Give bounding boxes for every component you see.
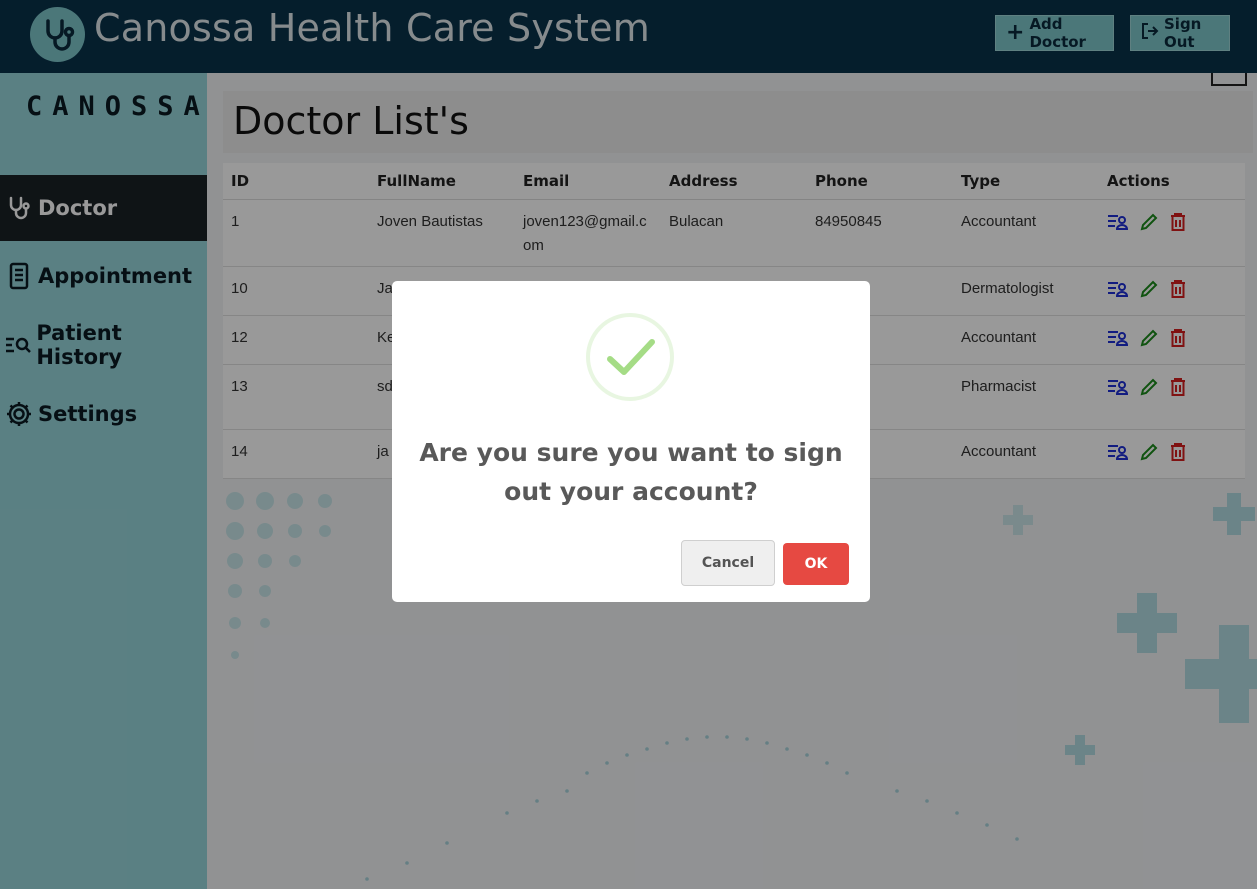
dialog-message: Are you sure you want to sign out your a…	[419, 438, 843, 506]
cancel-button[interactable]: Cancel	[681, 540, 775, 586]
sign-out-dialog: Are you sure you want to sign out your a…	[392, 281, 870, 602]
ok-button[interactable]: OK	[783, 543, 849, 585]
success-check-icon	[586, 313, 674, 401]
